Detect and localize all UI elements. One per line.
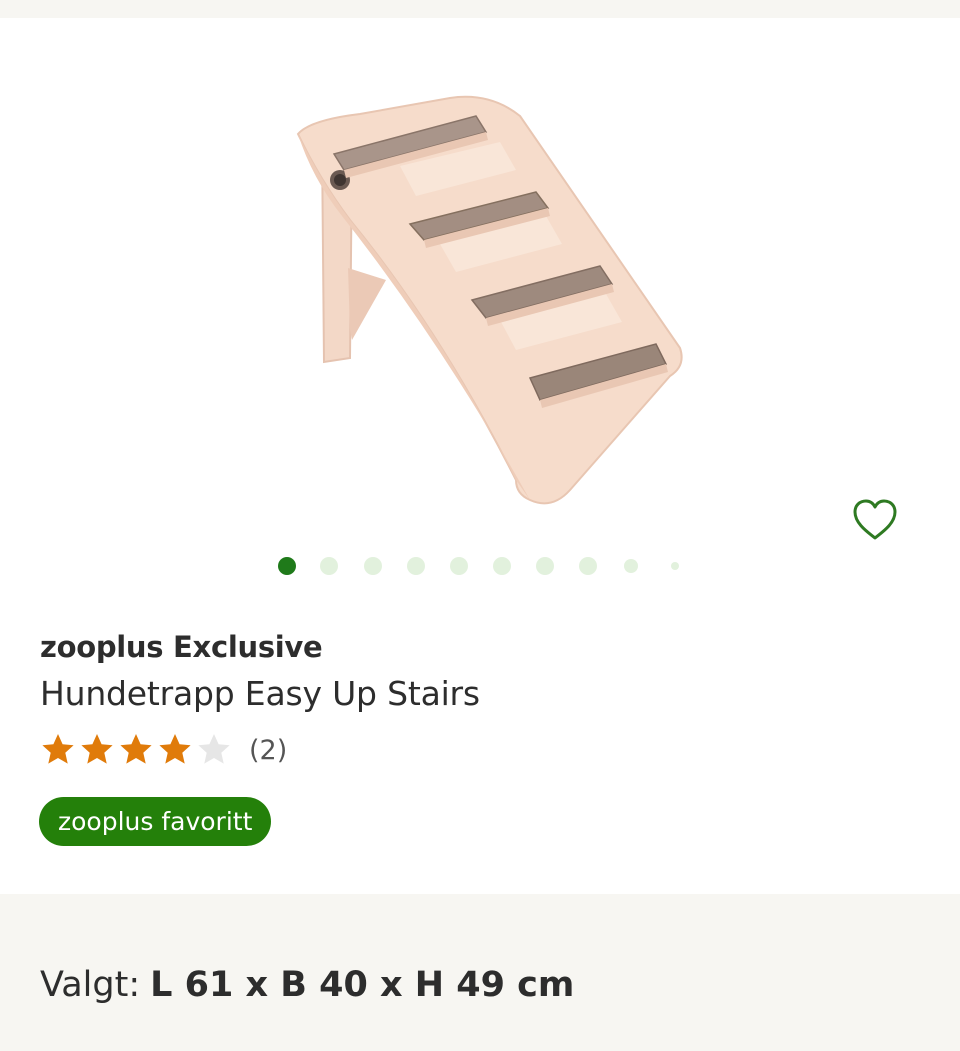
review-count[interactable]: (2): [249, 735, 287, 766]
favorite-badge: zooplus favoritt: [39, 797, 272, 846]
top-strip: [0, 0, 960, 18]
carousel-indicators: [0, 556, 960, 576]
star-filled-icon: [159, 734, 191, 764]
stairs-support-brace: [348, 268, 386, 340]
carousel-dot[interactable]: [450, 557, 468, 575]
carousel-dot[interactable]: [278, 557, 296, 575]
product-rating[interactable]: (2): [40, 730, 287, 770]
star-empty-icon: [198, 734, 230, 764]
carousel-dot[interactable]: [364, 557, 382, 575]
rating-stars: [40, 732, 235, 768]
carousel-dot[interactable]: [407, 557, 425, 575]
product-title: Hundetrapp Easy Up Stairs: [40, 674, 480, 713]
carousel-dot[interactable]: [579, 557, 597, 575]
product-image[interactable]: [290, 70, 690, 510]
selected-variant-value: L 61 x B 40 x H 49 cm: [150, 965, 575, 1005]
star-filled-icon: [120, 734, 152, 764]
carousel-dot[interactable]: [493, 557, 511, 575]
selected-variant: Valgt: L 61 x B 40 x H 49 cm: [40, 965, 574, 1005]
product-brand[interactable]: zooplus Exclusive: [40, 630, 323, 664]
carousel-dot[interactable]: [671, 562, 679, 570]
carousel-dot[interactable]: [624, 559, 638, 573]
heart-outline-icon: [853, 499, 897, 540]
carousel-dot[interactable]: [536, 557, 554, 575]
product-card: zooplus Exclusive Hundetrapp Easy Up Sta…: [0, 18, 960, 894]
star-filled-icon: [42, 734, 74, 764]
carousel-dot[interactable]: [320, 557, 338, 575]
star-filled-icon: [81, 734, 113, 764]
wishlist-button[interactable]: [846, 494, 904, 546]
selected-variant-label: Valgt:: [40, 965, 141, 1005]
